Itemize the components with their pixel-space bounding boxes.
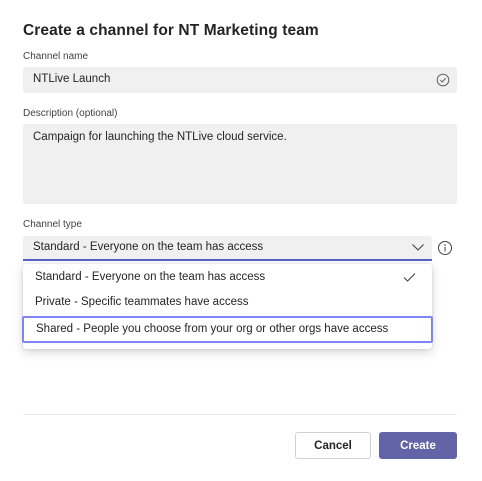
- channel-type-label: Channel type: [23, 219, 82, 230]
- checkmark-icon: [403, 273, 416, 282]
- channel-type-select[interactable]: Standard - Everyone on the team has acce…: [23, 236, 432, 261]
- option-shared[interactable]: Shared - People you choose from your org…: [22, 316, 433, 343]
- channel-type-selected-value: Standard - Everyone on the team has acce…: [33, 241, 264, 253]
- description-label: Description (optional): [23, 108, 118, 119]
- option-private[interactable]: Private - Specific teammates have access: [23, 290, 432, 316]
- option-standard[interactable]: Standard - Everyone on the team has acce…: [23, 265, 432, 291]
- chevron-down-icon: [412, 244, 424, 251]
- info-icon[interactable]: [437, 240, 453, 256]
- channel-name-value: NTLive Launch: [33, 73, 111, 85]
- option-shared-label: Shared - People you choose from your org…: [36, 323, 389, 335]
- check-circle-icon: [436, 73, 450, 87]
- option-standard-label: Standard - Everyone on the team has acce…: [35, 271, 266, 283]
- description-value: Campaign for launching the NTLive cloud …: [33, 131, 287, 143]
- channel-type-dropdown: Standard - Everyone on the team has acce…: [22, 264, 433, 349]
- cancel-button[interactable]: Cancel: [295, 432, 371, 459]
- create-channel-dialog: Create a channel for NT Marketing team C…: [0, 0, 482, 481]
- footer-divider: [23, 414, 457, 415]
- option-private-label: Private - Specific teammates have access: [35, 296, 249, 308]
- description-textarea[interactable]: Campaign for launching the NTLive cloud …: [23, 124, 457, 204]
- create-button[interactable]: Create: [379, 432, 457, 459]
- channel-name-input[interactable]: NTLive Launch: [23, 67, 457, 93]
- channel-name-label: Channel name: [23, 51, 89, 62]
- dialog-title: Create a channel for NT Marketing team: [23, 22, 319, 39]
